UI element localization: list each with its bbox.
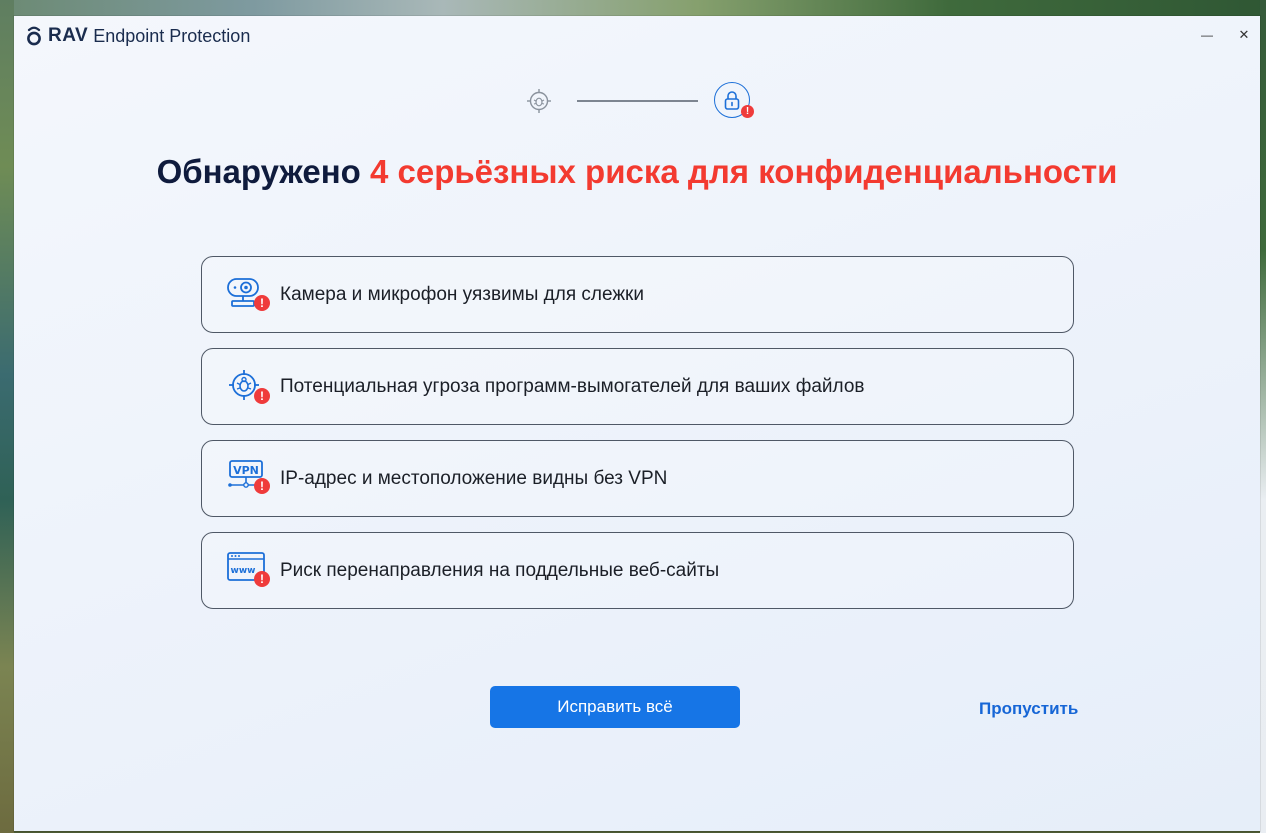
close-button[interactable]: ✕ [1232, 24, 1256, 46]
risk-item-redirect: www ! Риск перенаправления на поддельные… [201, 532, 1074, 609]
title-accent: 4 серьёзных риска для конфиденциальности [369, 153, 1118, 190]
risk-item-vpn: VPN ! IP-адрес и местоположение видны бе… [201, 440, 1074, 517]
alert-badge-icon: ! [741, 105, 754, 118]
page-title: Обнаружено 4 серьёзных риска для конфиде… [14, 150, 1260, 194]
progress-stepper: ! [14, 82, 1260, 120]
desktop-wallpaper-right [1260, 0, 1266, 833]
minimize-icon: — [1201, 28, 1213, 42]
risk-text: Потенциальная угроза программ-вымогателе… [280, 376, 865, 397]
title-bar: RAV Endpoint Protection — ✕ [14, 16, 1260, 54]
title-prefix: Обнаружено [156, 153, 361, 190]
skip-link[interactable]: Пропустить [979, 699, 1078, 719]
step-scan [526, 88, 552, 114]
alert-badge-icon: ! [254, 388, 270, 404]
risk-text: IP-адрес и местоположение видны без VPN [280, 468, 668, 489]
minimize-button[interactable]: — [1195, 24, 1219, 46]
stepper-connector [577, 100, 698, 102]
app-window: RAV Endpoint Protection — ✕ ! Обнаружено… [14, 16, 1260, 831]
bug-scan-icon [527, 89, 551, 113]
alert-badge-icon: ! [254, 295, 270, 311]
risk-icon-wrapper: ! [226, 367, 272, 407]
alert-badge-icon: ! [254, 478, 270, 494]
fix-all-button[interactable]: Исправить всё [490, 686, 740, 728]
desktop-wallpaper-left [0, 0, 14, 833]
risk-text: Риск перенаправления на поддельные веб-с… [280, 560, 720, 581]
risk-text: Камера и микрофон уязвимы для слежки [280, 284, 644, 305]
brand-name: Endpoint Protection [93, 25, 251, 46]
rav-logo-icon [27, 26, 41, 46]
alert-badge-icon: ! [254, 571, 270, 587]
risk-icon-wrapper: ! [226, 275, 272, 315]
close-icon: ✕ [1238, 27, 1250, 42]
desktop-wallpaper-top [0, 0, 1266, 16]
lock-icon [724, 91, 740, 110]
app-brand: RAV Endpoint Protection [26, 24, 250, 48]
svg-text:VPN: VPN [233, 464, 259, 477]
risk-icon-wrapper: www ! [226, 551, 272, 591]
svg-text:www: www [231, 566, 256, 576]
risk-item-camera: ! Камера и микрофон уязвимы для слежки [201, 256, 1074, 333]
risk-icon-wrapper: VPN ! [226, 459, 272, 499]
brand-short: RAV [48, 25, 89, 46]
risk-item-ransomware: ! Потенциальная угроза программ-вымогате… [201, 348, 1074, 425]
